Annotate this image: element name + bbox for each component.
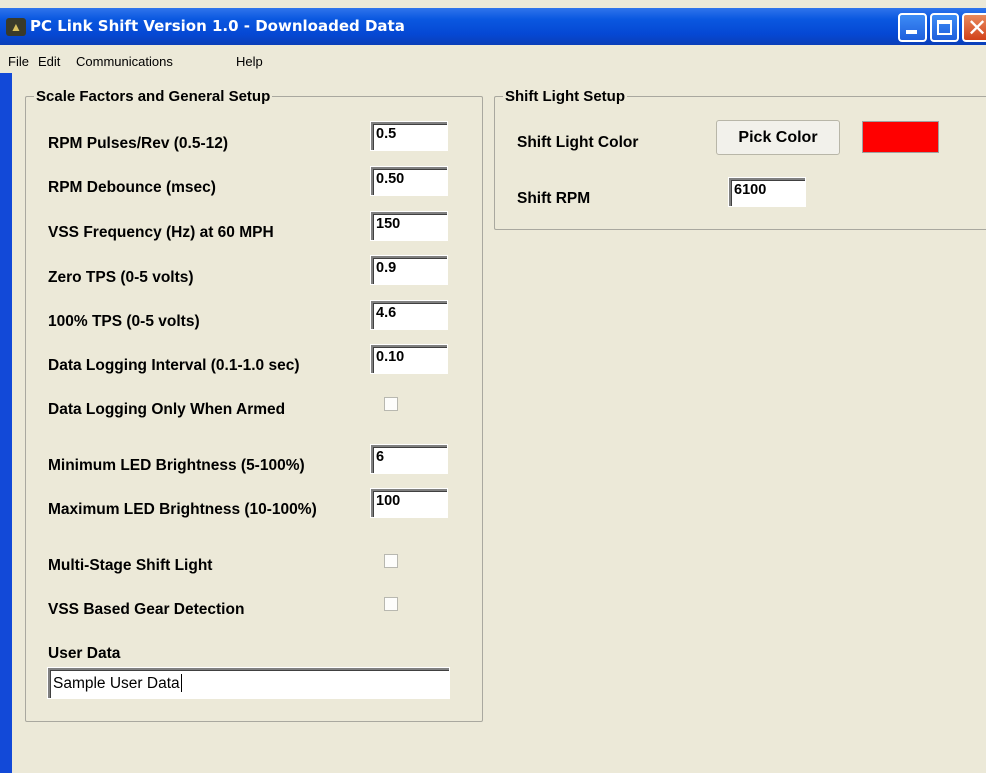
logging-interval-input[interactable]: 0.10 xyxy=(370,344,448,374)
maximize-icon xyxy=(937,20,952,35)
maximize-button[interactable] xyxy=(930,13,959,42)
window-title: PC Link Shift Version 1.0 - Downloaded D… xyxy=(30,17,405,35)
min-brightness-label: Minimum LED Brightness (5-100%) xyxy=(48,457,305,474)
shift-rpm-input[interactable]: 6100 xyxy=(728,177,806,207)
shift-light-color-label: Shift Light Color xyxy=(517,134,639,151)
menu-communications[interactable]: Communications xyxy=(76,54,173,69)
rpm-debounce-input[interactable]: 0.50 xyxy=(370,166,448,196)
rpm-pulses-label: RPM Pulses/Rev (0.5-12) xyxy=(48,135,229,152)
shift-light-color-swatch[interactable] xyxy=(862,121,939,153)
vss-gear-label: VSS Based Gear Detection xyxy=(48,601,245,618)
multi-stage-checkbox[interactable] xyxy=(384,554,398,568)
vss-gear-checkbox[interactable] xyxy=(384,597,398,611)
vss-frequency-input[interactable]: 150 xyxy=(370,211,448,241)
close-icon: ✕ xyxy=(967,14,986,42)
rpm-debounce-label: RPM Debounce (msec) xyxy=(48,179,216,196)
logging-interval-label: Data Logging Interval (0.1-1.0 sec) xyxy=(48,357,300,374)
zero-tps-label: Zero TPS (0-5 volts) xyxy=(48,269,194,286)
minimize-button[interactable] xyxy=(898,13,927,42)
window-left-edge xyxy=(0,73,12,773)
full-tps-label: 100% TPS (0-5 volts) xyxy=(48,313,200,330)
max-brightness-input[interactable]: 100 xyxy=(370,488,448,518)
rpm-pulses-input[interactable]: 0.5 xyxy=(370,121,448,151)
user-data-label: User Data xyxy=(48,645,121,662)
app-logo-icon: ▲ xyxy=(6,18,26,36)
text-caret xyxy=(180,674,182,692)
logging-armed-label: Data Logging Only When Armed xyxy=(48,401,286,418)
user-data-input[interactable]: Sample User Data xyxy=(47,667,450,699)
close-button[interactable]: ✕ xyxy=(962,13,986,42)
app-window: ▲ PC Link Shift Version 1.0 - Downloaded… xyxy=(0,0,986,773)
menu-help[interactable]: Help xyxy=(236,54,263,69)
full-tps-input[interactable]: 4.6 xyxy=(370,300,448,330)
menu-bar: File Edit Communications Help xyxy=(0,47,986,73)
menu-edit[interactable]: Edit xyxy=(38,54,60,69)
shift-rpm-label: Shift RPM xyxy=(517,190,591,207)
title-bar[interactable]: ▲ PC Link Shift Version 1.0 - Downloaded… xyxy=(0,8,986,45)
menu-file[interactable]: File xyxy=(8,54,29,69)
user-data-value: Sample User Data xyxy=(53,675,180,692)
shift-light-legend: Shift Light Setup xyxy=(505,88,625,105)
scale-factors-legend: Scale Factors and General Setup xyxy=(36,88,271,105)
pick-color-button[interactable]: Pick Color xyxy=(716,120,840,155)
multi-stage-label: Multi-Stage Shift Light xyxy=(48,557,213,574)
zero-tps-input[interactable]: 0.9 xyxy=(370,255,448,285)
minimize-icon xyxy=(906,30,917,34)
min-brightness-input[interactable]: 6 xyxy=(370,444,448,474)
logging-armed-checkbox[interactable] xyxy=(384,397,398,411)
vss-frequency-label: VSS Frequency (Hz) at 60 MPH xyxy=(48,224,274,241)
shift-light-group: Shift Light Setup xyxy=(494,88,986,230)
max-brightness-label: Maximum LED Brightness (10-100%) xyxy=(48,501,317,518)
